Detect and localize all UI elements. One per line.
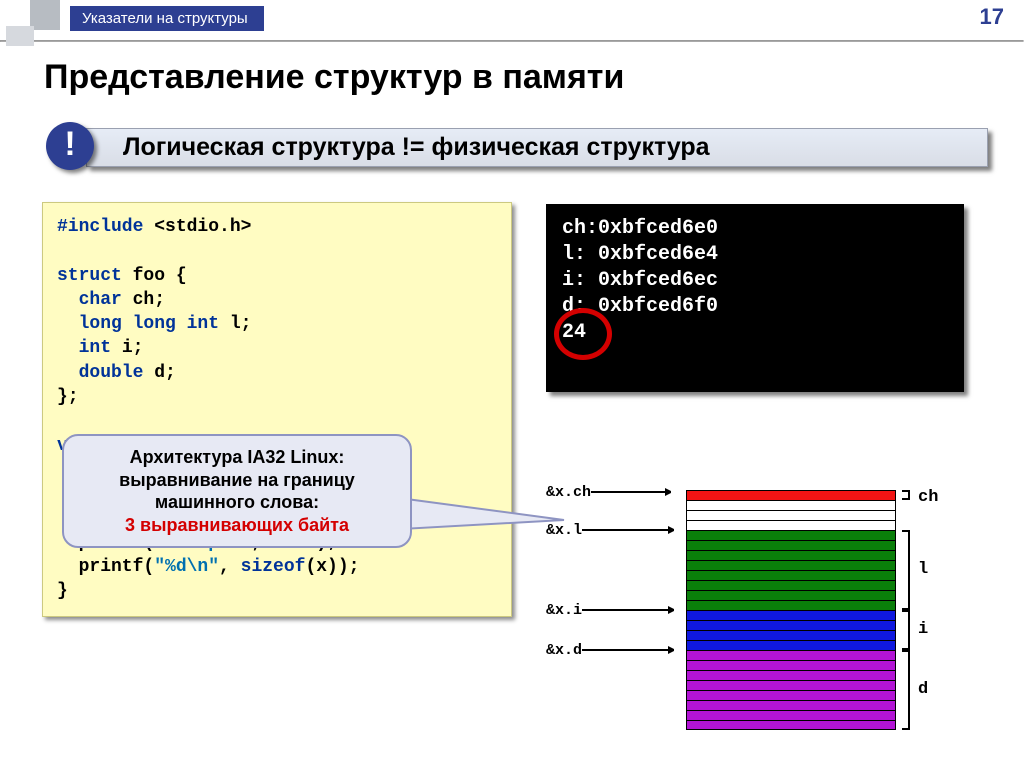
code-text: ch; <box>122 290 165 310</box>
terminal-line: ch:0xbfced6e0 <box>562 217 718 240</box>
mem-byte-pad <box>686 510 896 520</box>
code-text: foo { <box>122 266 187 286</box>
terminal-line: l: 0xbfced6e4 <box>562 243 718 266</box>
callout-line: выравнивание на границу <box>76 469 398 492</box>
page-number: 17 <box>980 4 1004 30</box>
code-text: i; <box>111 338 143 358</box>
code-keyword: sizeof <box>241 557 306 577</box>
mem-byte-d <box>686 650 896 660</box>
brace-i <box>900 610 910 650</box>
attention-badge: ! <box>46 122 94 170</box>
mem-byte-i <box>686 640 896 650</box>
brace-label-d: d <box>918 680 928 699</box>
terminal-line: i: 0xbfced6ec <box>562 269 718 292</box>
code-text: d; <box>143 363 175 383</box>
code-keyword: #include <box>57 217 143 237</box>
code-keyword: struct <box>57 266 122 286</box>
mem-byte-i <box>686 620 896 630</box>
code-keyword: char <box>57 290 122 310</box>
brace-l <box>900 530 910 610</box>
mem-byte-l <box>686 540 896 550</box>
brace-d <box>900 650 910 730</box>
code-keyword: int <box>57 338 111 358</box>
mem-byte-l <box>686 570 896 580</box>
mem-byte-d <box>686 670 896 680</box>
mem-byte-l <box>686 590 896 600</box>
pointer-text: &x.i <box>546 602 582 619</box>
code-text: l; <box>219 314 251 334</box>
mem-byte-l <box>686 560 896 570</box>
header-decor-square <box>30 0 60 30</box>
code-text: } <box>57 581 68 601</box>
callout-line: Архитектура IA32 Linux: <box>76 446 398 469</box>
mem-byte-ch <box>686 490 896 500</box>
terminal-output: ch:0xbfced6e0 l: 0xbfced6e4 i: 0xbfced6e… <box>546 204 964 392</box>
subtitle-banner: Логическая структура != физическая струк… <box>86 128 988 167</box>
mem-byte-l <box>686 580 896 590</box>
pointer-text: &x.d <box>546 642 582 659</box>
code-text: }; <box>57 387 79 407</box>
slide-title: Представление структур в памяти <box>44 58 1024 97</box>
mem-byte-d <box>686 700 896 710</box>
callout-line: машинного слова: <box>76 491 398 514</box>
mem-byte-l <box>686 550 896 560</box>
header-decor-square-light <box>6 26 34 46</box>
callout-bubble: Архитектура IA32 Linux: выравнивание на … <box>62 434 412 548</box>
slide-header: Указатели на структуры 17 <box>0 0 1024 40</box>
code-string: "%d\n" <box>154 557 219 577</box>
memory-diagram: &x.ch &x.l &x.i &x.d ch l i d <box>546 490 966 740</box>
mem-byte-l <box>686 600 896 610</box>
pointer-label-i: &x.i <box>546 602 674 619</box>
code-text: , <box>219 557 241 577</box>
brace-ch <box>900 490 910 500</box>
code-keyword: double <box>57 363 143 383</box>
brace-label-i: i <box>918 620 928 639</box>
code-keyword: long long int <box>57 314 219 334</box>
terminal-line: 24 <box>562 321 586 344</box>
mem-byte-d <box>686 690 896 700</box>
brace-label-ch: ch <box>918 488 938 507</box>
mem-byte-i <box>686 630 896 640</box>
brace-label-l: l <box>918 560 928 579</box>
callout-line-emph: 3 выравнивающих байта <box>76 514 398 537</box>
header-divider <box>0 40 1024 42</box>
mem-byte-d <box>686 710 896 720</box>
breadcrumb-tab: Указатели на структуры <box>70 6 264 31</box>
mem-byte-pad <box>686 520 896 530</box>
mem-byte-d <box>686 680 896 690</box>
memory-stack <box>686 490 896 730</box>
code-text: <stdio.h> <box>143 217 251 237</box>
pointer-label-d: &x.d <box>546 642 674 659</box>
mem-byte-pad <box>686 500 896 510</box>
mem-byte-d <box>686 660 896 670</box>
mem-byte-i <box>686 610 896 620</box>
code-text: (x)); <box>305 557 359 577</box>
mem-byte-d <box>686 720 896 730</box>
terminal-line: d: 0xbfced6f0 <box>562 295 718 318</box>
mem-byte-l <box>686 530 896 540</box>
code-text: printf( <box>57 557 154 577</box>
